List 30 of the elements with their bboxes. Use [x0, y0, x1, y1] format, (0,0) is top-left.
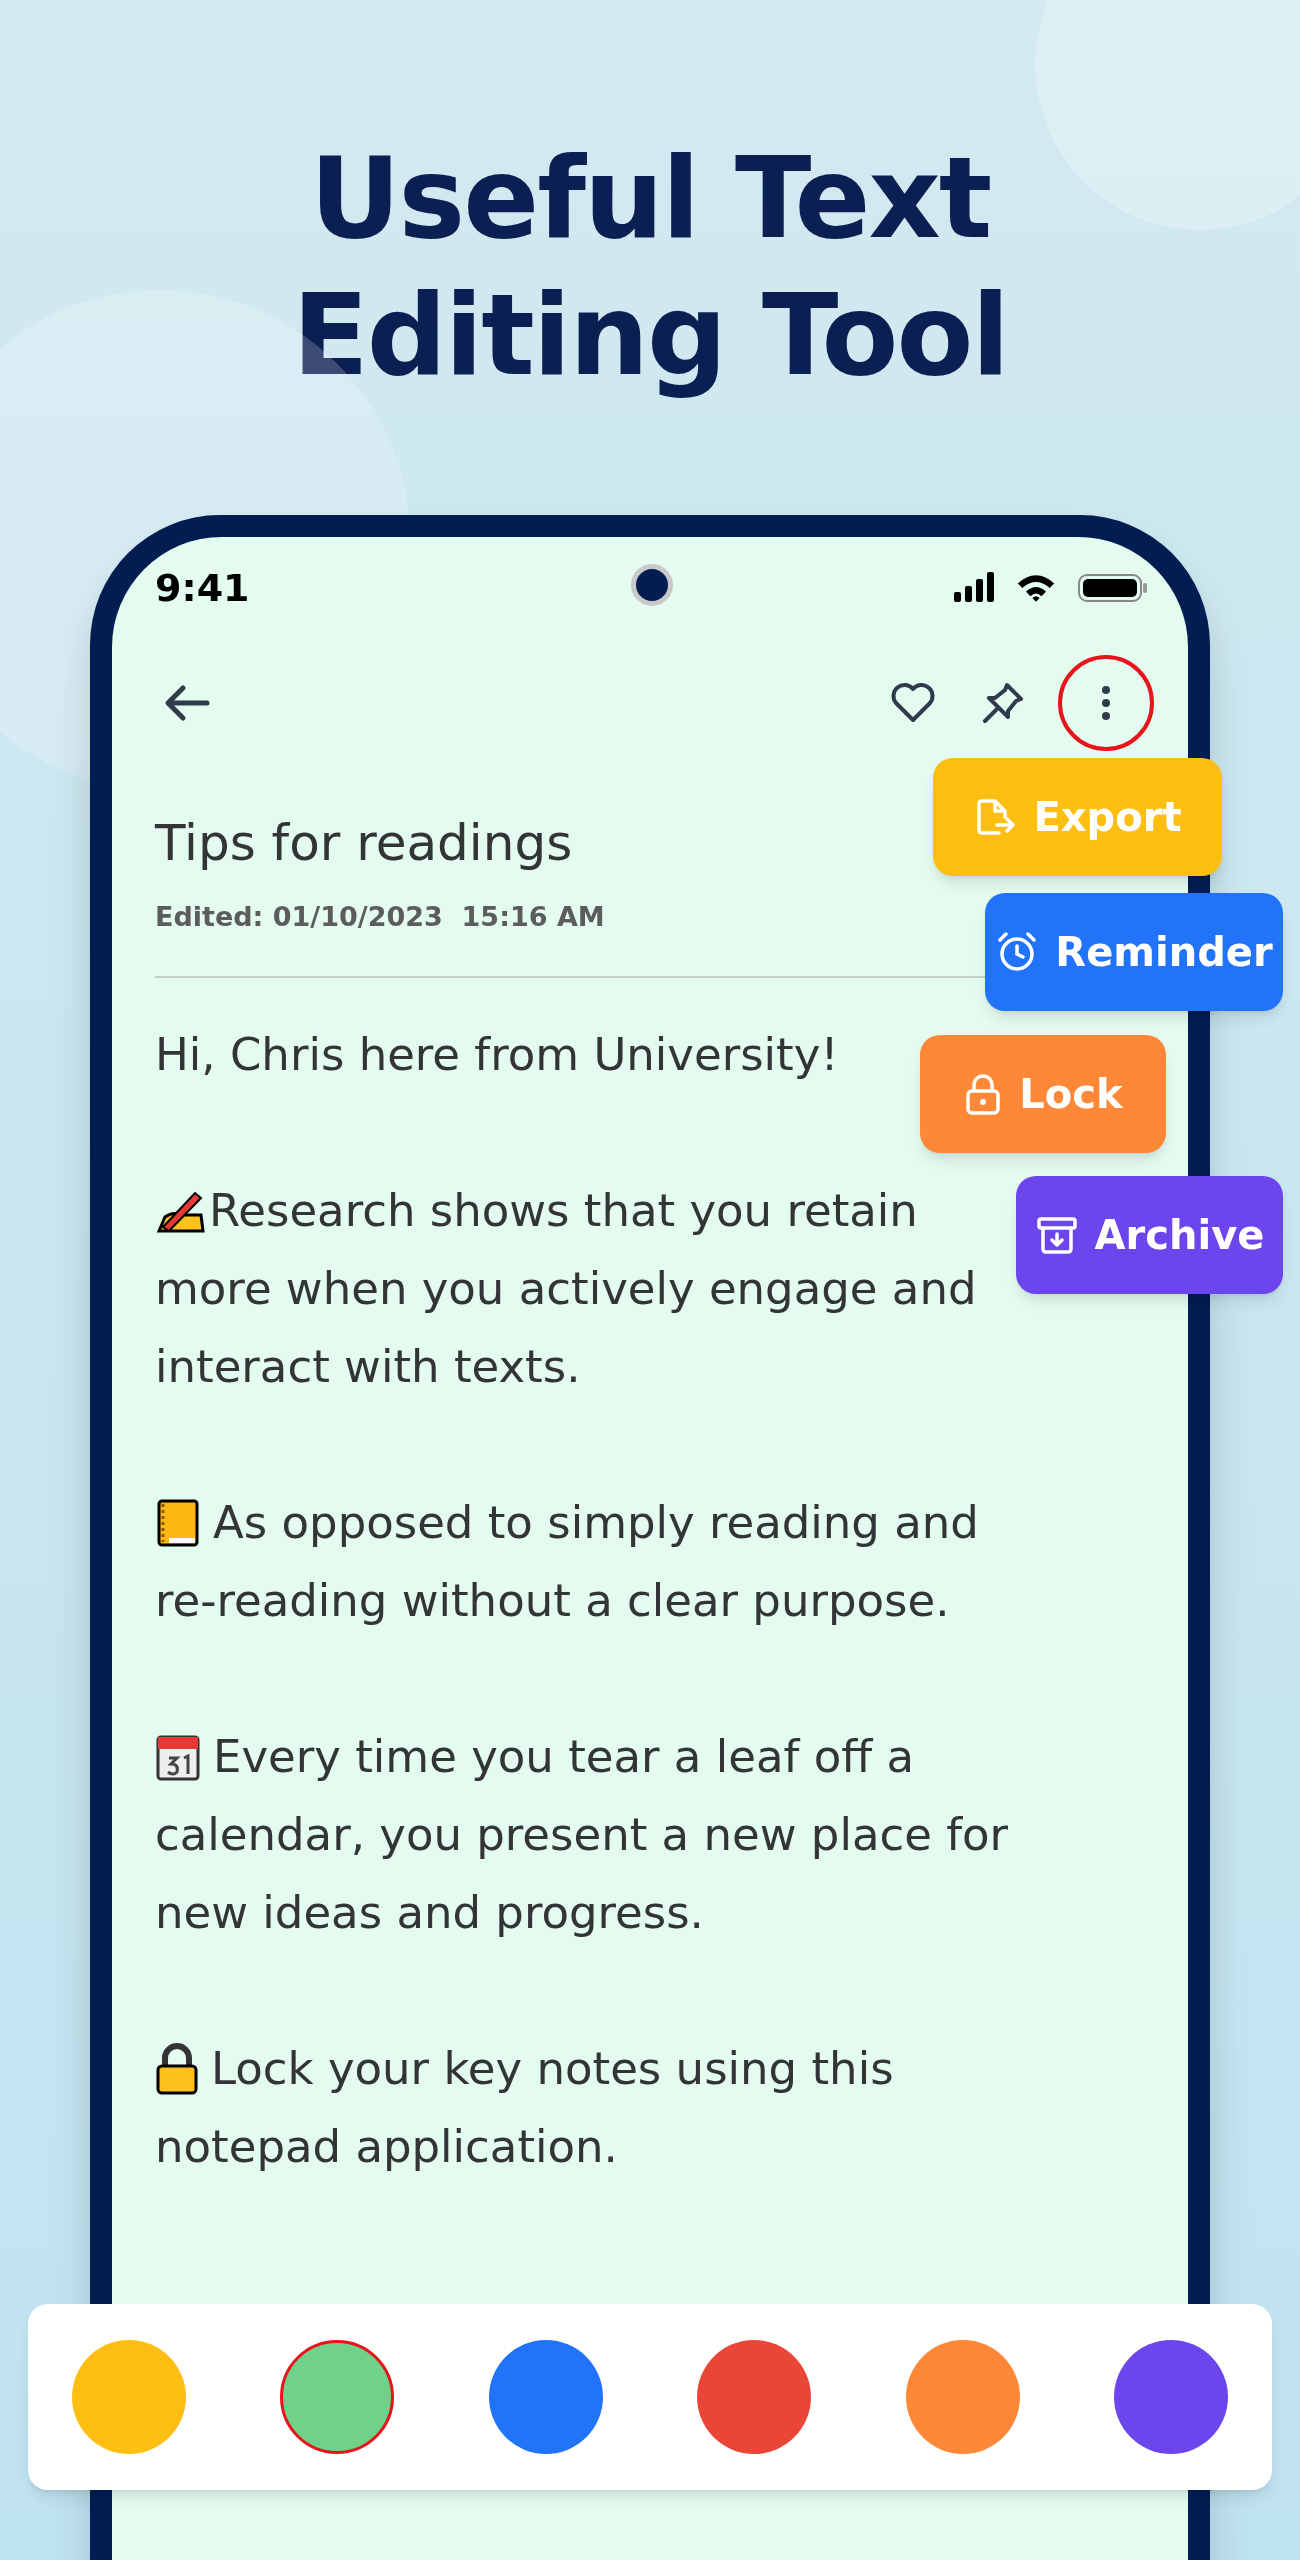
note-text-line: notepad application.	[155, 2118, 618, 2175]
note-text-line: Every time you tear a leaf off a	[213, 1728, 915, 1785]
wifi-icon	[1016, 572, 1056, 604]
camera-icon	[631, 564, 673, 606]
pin-icon	[980, 680, 1026, 726]
battery-icon	[1078, 574, 1148, 602]
back-arrow-icon	[163, 683, 211, 723]
edited-date: Edited: 01/10/2023 15:16 AM	[155, 900, 606, 934]
note-text-line: Lock your key notes using this	[211, 2040, 894, 2097]
headline: Useful Text	[309, 132, 991, 265]
notebook-icon	[155, 1497, 201, 1548]
status-time: 9:41	[155, 564, 250, 612]
note-text-line: more when you actively engage and	[155, 1260, 977, 1317]
menu-button[interactable]: Reminder	[985, 893, 1283, 1011]
menu-button[interactable]: Lock	[920, 1035, 1166, 1153]
lock-icon	[155, 2042, 199, 2095]
note-text-line: new ideas and progress.	[155, 1884, 704, 1941]
headline: Editing Tool	[292, 268, 1008, 402]
note-title: Tips for readings	[155, 813, 573, 873]
note-text-line: calendar, you present a new place for	[155, 1806, 1009, 1863]
menu-button[interactable]: Archive	[1016, 1176, 1283, 1294]
note-text-line: Research shows that you retain	[209, 1182, 918, 1239]
note-text-line: re-reading without a clear purpose.	[155, 1572, 950, 1629]
heart-icon	[890, 682, 936, 724]
more-button[interactable]	[1058, 655, 1154, 751]
note-text-line: Hi, Chris here from University!	[155, 1026, 839, 1083]
signal-icon	[954, 572, 994, 604]
more-icon	[1101, 685, 1111, 721]
note-text-line: interact with texts.	[155, 1338, 581, 1395]
note-text-line: As opposed to simply reading and	[213, 1494, 979, 1551]
